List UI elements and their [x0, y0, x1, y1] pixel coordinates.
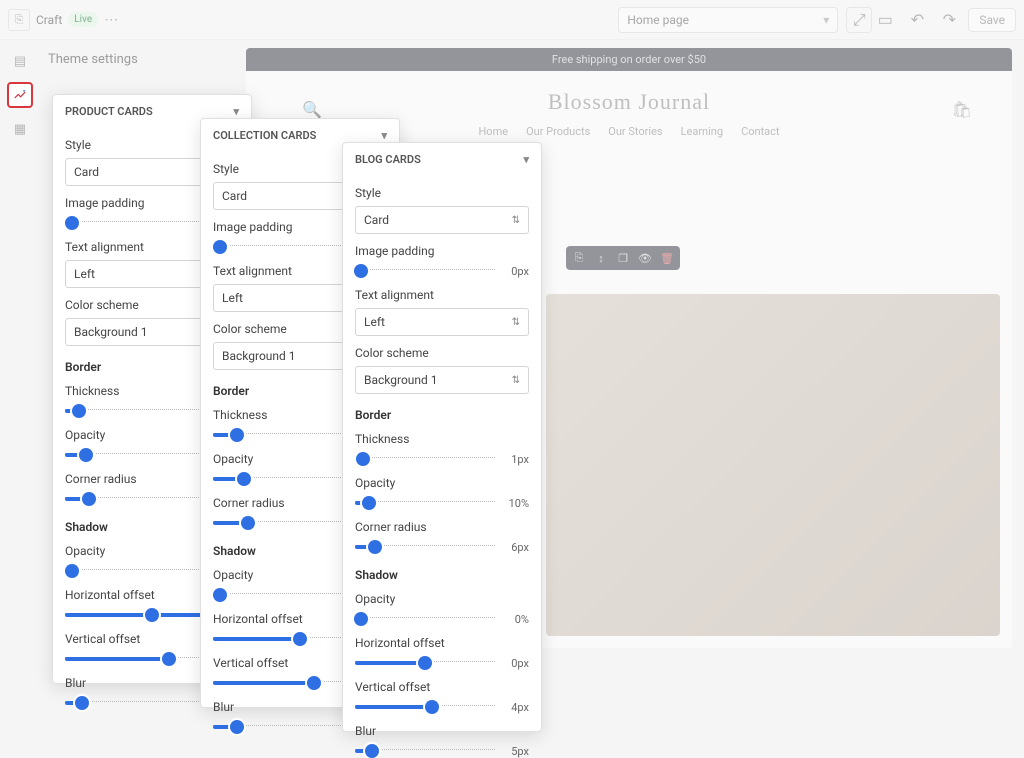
v-offset-slider[interactable] [355, 700, 495, 714]
corner-radius-label: Corner radius [355, 520, 529, 534]
redo-button[interactable]: ↷ [936, 7, 962, 33]
chevron-down-icon: ▾ [823, 13, 829, 27]
topbar: ⎘ Craft Live ⋯ Home page ▾ ⤢ ▭ ↶ ↷ Save [0, 0, 1024, 40]
color-scheme-select[interactable]: Background 1⇅ [355, 366, 529, 394]
thickness-value: 1px [503, 453, 529, 466]
select-arrows-icon: ⇅ [512, 317, 520, 328]
opacity-label: Opacity [355, 476, 529, 490]
chevron-down-icon[interactable]: ▾ [523, 153, 529, 166]
v-offset-label: Vertical offset [355, 680, 529, 694]
announcement-bar: Free shipping on order over $50 [246, 48, 1012, 71]
thickness-label: Thickness [355, 432, 529, 446]
text-alignment-select[interactable]: Left⇅ [355, 308, 529, 336]
blog-cards-panel: BLOG CARDS ▾ Style Card⇅ Image padding 0… [342, 142, 542, 732]
toolbar-icon[interactable]: ⎘ [569, 249, 589, 267]
shadow-opacity-slider[interactable] [355, 612, 495, 626]
save-button[interactable]: Save [968, 8, 1016, 32]
nav-link[interactable]: Home [478, 125, 508, 138]
style-select[interactable]: Card⇅ [355, 206, 529, 234]
chevron-down-icon[interactable]: ▾ [233, 105, 239, 118]
nav-link[interactable]: Our Stories [608, 125, 662, 138]
h-offset-label: Horizontal offset [355, 636, 529, 650]
theme-settings-heading: Theme settings [48, 52, 138, 67]
corner-radius-value: 6px [503, 541, 529, 554]
image-padding-slider[interactable] [355, 264, 495, 278]
toolbar-icon[interactable]: 👁 [635, 249, 655, 267]
corner-radius-slider[interactable] [355, 540, 495, 554]
live-badge: Live [68, 12, 98, 27]
panel-title: PRODUCT CARDS [65, 105, 153, 118]
device-preview-button[interactable]: ▭ [872, 7, 898, 33]
style-label: Style [355, 186, 529, 200]
v-offset-value: 4px [503, 701, 529, 714]
theme-settings-icon[interactable] [7, 82, 33, 108]
shadow-opacity-value: 0% [503, 613, 529, 626]
hero-image [546, 294, 1000, 636]
more-menu[interactable]: ⋯ [104, 12, 118, 28]
store-title: Blossom Journal [246, 89, 1012, 115]
toolbar-delete-icon[interactable]: 🗑 [657, 249, 677, 267]
nav-link[interactable]: Our Products [526, 125, 590, 138]
blur-slider[interactable] [355, 744, 495, 758]
nav-link[interactable]: Contact [741, 125, 779, 138]
exit-editor-button[interactable]: ⎘ [8, 9, 30, 31]
text-alignment-label: Text alignment [355, 288, 529, 302]
panel-title: COLLECTION CARDS [213, 129, 316, 142]
cart-icon[interactable]: 🛍 [952, 100, 972, 119]
left-rail: ▤ ▦ [0, 40, 40, 738]
toolbar-icon[interactable]: ↕ [591, 249, 611, 267]
chevron-down-icon[interactable]: ▾ [381, 129, 387, 142]
opacity-value: 10% [503, 497, 529, 510]
blur-value: 5px [503, 745, 529, 758]
color-scheme-label: Color scheme [355, 346, 529, 360]
shadow-heading: Shadow [355, 568, 529, 582]
image-padding-label: Image padding [355, 244, 529, 258]
apps-icon[interactable]: ▦ [7, 116, 33, 142]
nav-link[interactable]: Learning [681, 125, 723, 138]
panel-title: BLOG CARDS [355, 153, 421, 166]
image-padding-value: 0px [503, 265, 529, 278]
page-selector-label: Home page [627, 13, 689, 27]
undo-button[interactable]: ↶ [904, 7, 930, 33]
thickness-slider[interactable] [355, 452, 495, 466]
opacity-slider[interactable] [355, 496, 495, 510]
theme-name: Craft [36, 13, 62, 27]
sections-icon[interactable]: ▤ [7, 48, 33, 74]
shadow-opacity-label: Opacity [355, 592, 529, 606]
fullscreen-button[interactable]: ⤢ [846, 7, 872, 33]
h-offset-slider[interactable] [355, 656, 495, 670]
blur-label: Blur [355, 724, 529, 738]
toolbar-icon[interactable]: ❐ [613, 249, 633, 267]
h-offset-value: 0px [503, 657, 529, 670]
select-arrows-icon: ⇅ [512, 215, 520, 226]
select-arrows-icon: ⇅ [512, 375, 520, 386]
page-selector[interactable]: Home page ▾ [618, 7, 838, 33]
border-heading: Border [355, 408, 529, 422]
search-icon[interactable]: 🔍 [302, 100, 322, 119]
